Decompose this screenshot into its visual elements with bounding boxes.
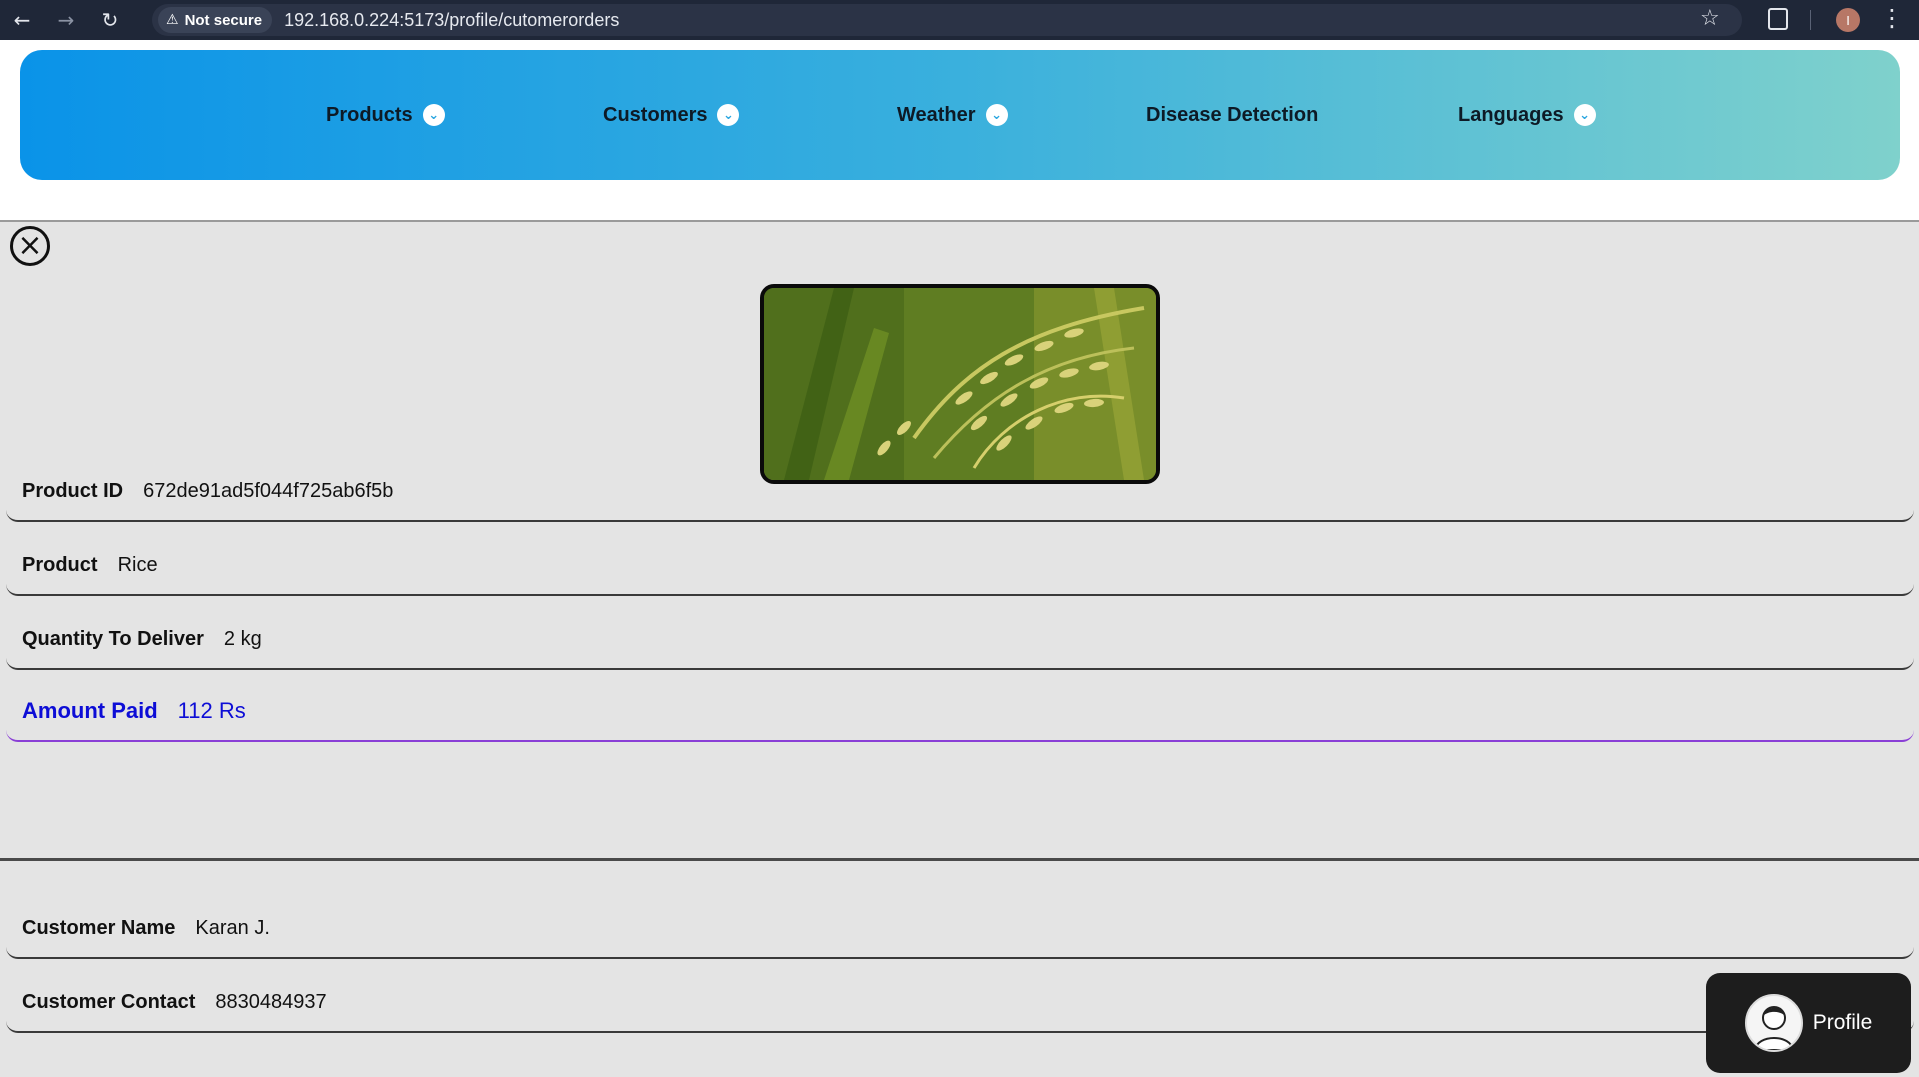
quantity-row: Quantity To Deliver 2 kg <box>6 610 1914 670</box>
product-value: Rice <box>117 553 158 576</box>
customer-name-label: Customer Name <box>22 916 176 939</box>
security-indicator[interactable]: ⚠ Not secure <box>158 7 273 33</box>
product-id-row: Product ID 672de91ad5f044f725ab6f5b <box>6 462 1914 522</box>
rice-plant-image <box>764 288 1156 480</box>
nav-item-label: Disease Detection <box>1146 103 1319 126</box>
nav-item-label: Products <box>326 103 413 126</box>
customer-contact-label: Customer Contact <box>22 990 196 1013</box>
customer-contact-row: Customer Contact 8830484937 <box>6 973 1914 1033</box>
chevron-down-icon: ⌄ <box>985 104 1008 126</box>
customer-name-value: Karan J. <box>195 916 270 939</box>
back-icon[interactable]: ← <box>0 0 44 40</box>
quantity-value: 2 kg <box>223 627 262 650</box>
main-navbar: Products ⌄ Customers ⌄ Weather ⌄ Disease… <box>20 50 1900 180</box>
profile-button[interactable]: Profile <box>1706 973 1911 1073</box>
browser-profile-avatar[interactable]: I <box>1836 8 1860 32</box>
profile-button-label: Profile <box>1812 1011 1873 1034</box>
nav-item-label: Languages <box>1458 103 1564 126</box>
product-row: Product Rice <box>6 536 1914 596</box>
toolbar-separator <box>1810 10 1811 30</box>
url-text[interactable]: 192.168.0.224:5173/profile/cutomerorders <box>284 10 619 31</box>
nav-item-disease-detection[interactable]: Disease Detection <box>1146 50 1318 180</box>
nav-item-weather[interactable]: Weather ⌄ <box>897 50 1008 180</box>
forward-icon[interactable]: → <box>44 0 88 40</box>
section-divider <box>0 858 1919 861</box>
chevron-down-icon: ⌄ <box>422 104 445 126</box>
close-icon[interactable]: × <box>10 226 50 266</box>
amount-paid-value: 112 Rs <box>177 698 246 723</box>
product-id-value: 672de91ad5f044f725ab6f5b <box>143 479 394 502</box>
amount-paid-row: Amount Paid 112 Rs <box>6 682 1914 742</box>
quantity-label: Quantity To Deliver <box>22 627 204 650</box>
order-detail-panel: × Product ID 672de91ad5f044f725ab6f5b Pr… <box>0 220 1919 1077</box>
bookmark-star-icon[interactable]: ☆ <box>1700 6 1720 31</box>
amount-paid-label: Amount Paid <box>22 698 158 723</box>
nav-item-label: Weather <box>897 103 976 126</box>
chevron-down-icon: ⌄ <box>1573 104 1596 126</box>
product-id-label: Product ID <box>22 479 124 502</box>
customer-name-row: Customer Name Karan J. <box>6 899 1914 959</box>
more-menu-icon[interactable]: ⋮ <box>1880 4 1904 32</box>
reload-icon[interactable]: ↻ <box>88 0 132 40</box>
browser-toolbar: ← → ↻ ⚠ Not secure 192.168.0.224:5173/pr… <box>0 0 1919 40</box>
nav-item-label: Customers <box>603 103 708 126</box>
extensions-icon[interactable] <box>1768 8 1788 30</box>
nav-item-customers[interactable]: Customers ⌄ <box>603 50 740 180</box>
nav-item-products[interactable]: Products ⌄ <box>326 50 445 180</box>
customer-contact-value: 8830484937 <box>215 990 327 1013</box>
nav-item-languages[interactable]: Languages ⌄ <box>1458 50 1596 180</box>
product-image <box>760 284 1160 484</box>
user-avatar-icon <box>1744 994 1803 1052</box>
warning-icon: ⚠ <box>166 12 179 28</box>
address-bar[interactable]: ⚠ Not secure 192.168.0.224:5173/profile/… <box>152 4 1742 36</box>
security-label: Not secure <box>184 11 263 29</box>
product-label: Product <box>22 553 98 576</box>
chevron-down-icon: ⌄ <box>717 104 740 126</box>
